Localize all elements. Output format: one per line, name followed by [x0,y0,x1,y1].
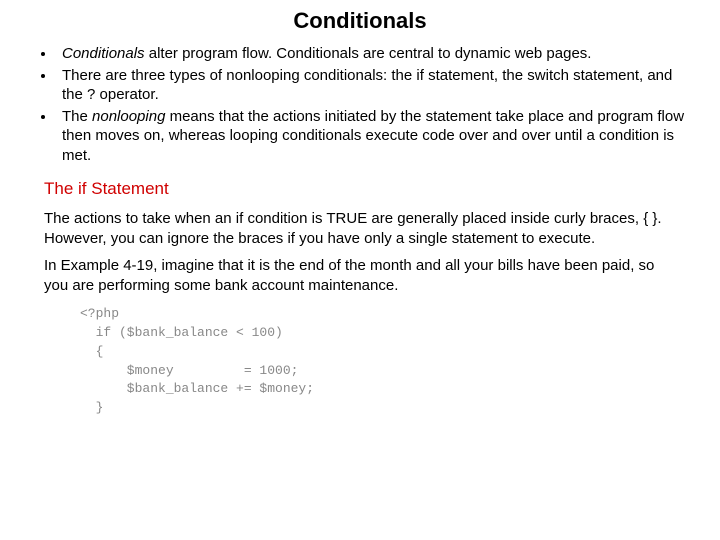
bullet-list: Conditionals alter program flow. Conditi… [24,44,696,165]
bullet-item: The nonlooping means that the actions in… [56,107,696,166]
bullet-text: The [62,108,92,125]
code-example: <?php if ($bank_balance < 100) { $money … [80,305,696,418]
bullet-item: There are three types of nonlooping cond… [56,66,696,105]
bullet-emphasis: nonlooping [92,108,165,125]
slide: Conditionals Conditionals alter program … [0,0,720,426]
body-paragraph: In Example 4-19, imagine that it is the … [44,256,672,295]
bullet-text: alter program flow. Conditionals are cen… [145,45,592,62]
bullet-item: Conditionals alter program flow. Conditi… [56,44,696,64]
body-paragraph: The actions to take when an if condition… [44,209,672,248]
section-heading: The if Statement [44,179,696,199]
bullet-text: There are three types of nonlooping cond… [62,67,672,104]
bullet-emphasis: Conditionals [62,45,145,62]
slide-title: Conditionals [24,8,696,34]
